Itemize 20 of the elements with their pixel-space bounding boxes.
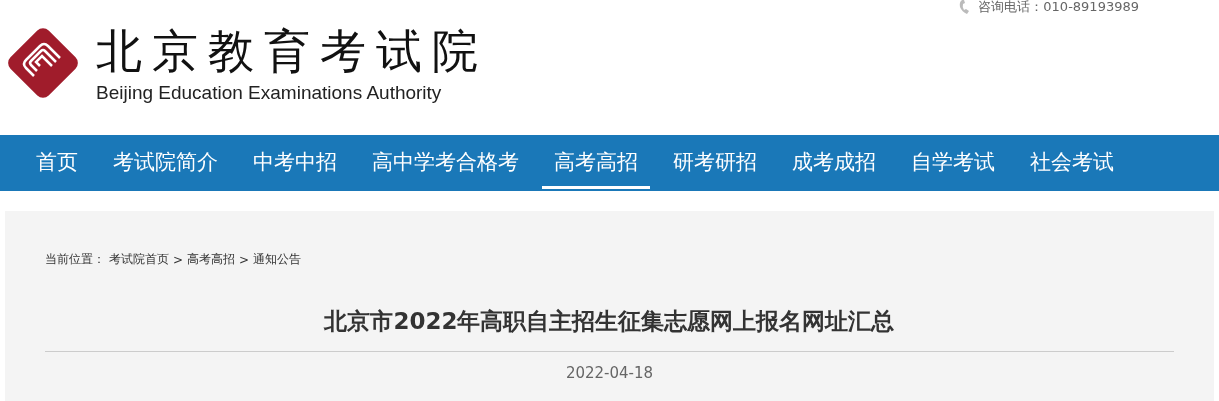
nav-tab[interactable]: 首页 bbox=[24, 137, 90, 189]
nav-tab[interactable]: 高中学考合格考 bbox=[360, 137, 531, 189]
logo-subtitle: Beijing Education Examinations Authority bbox=[96, 82, 443, 104]
breadcrumb-link[interactable]: 考试院首页 bbox=[109, 251, 169, 268]
article-title: 北京市2022年高职自主招生征集志愿网上报名网址汇总 bbox=[45, 306, 1174, 352]
nav-tab[interactable]: 中考中招 bbox=[241, 137, 349, 189]
breadcrumb-separator: > bbox=[173, 252, 184, 267]
breadcrumb-link[interactable]: 通知公告 bbox=[253, 251, 302, 268]
nav-tab[interactable]: 高考高招 bbox=[542, 137, 650, 189]
breadcrumb-link[interactable]: 高考高招 bbox=[187, 251, 236, 268]
logo-title: 北京教育考试院 bbox=[96, 23, 488, 80]
nav-tab[interactable]: 社会考试 bbox=[1018, 137, 1126, 189]
nav-tab[interactable]: 成考成招 bbox=[780, 137, 888, 189]
article-date: 2022-04-18 bbox=[564, 364, 655, 382]
nav-tab[interactable]: 研考研招 bbox=[661, 137, 769, 189]
nav-tab[interactable]: 考试院简介 bbox=[101, 137, 230, 189]
nav-tab[interactable]: 自学考试 bbox=[899, 137, 1007, 189]
breadcrumb-label: 当前位置： bbox=[45, 251, 105, 268]
breadcrumb-separator: > bbox=[239, 252, 250, 267]
phone-number: 咨询电话：010-89193989 bbox=[978, 0, 1139, 16]
